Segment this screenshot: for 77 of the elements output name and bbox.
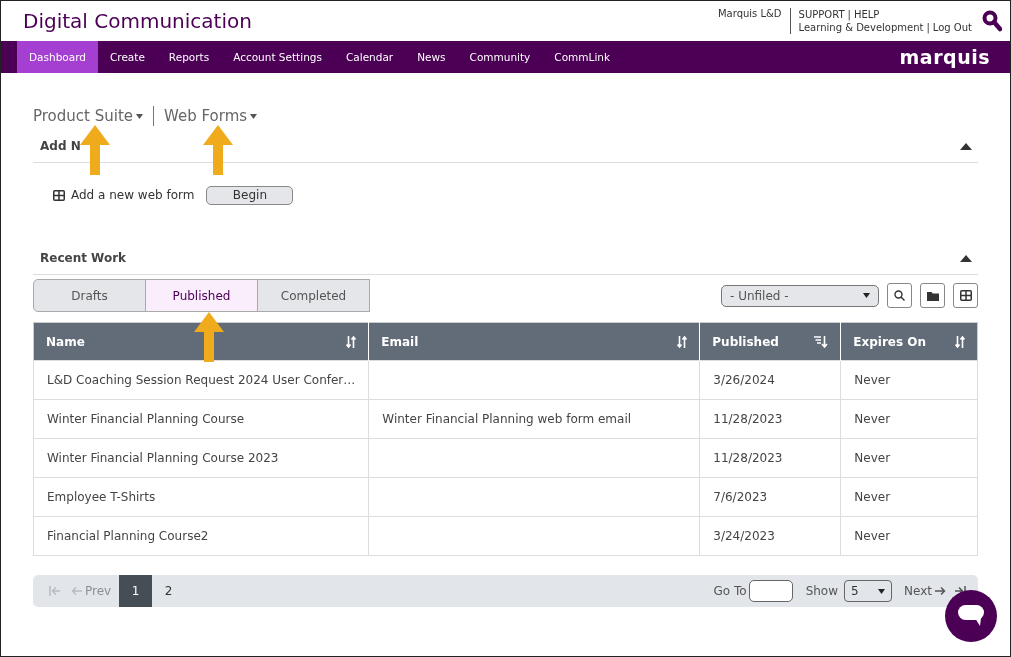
table-cell: 11/28/2023 [699,399,841,439]
link-separator: | [847,8,851,21]
column-title: Name [46,334,85,349]
table-cell: 11/28/2023 [699,438,841,478]
add-web-form-label: Add a new web form [53,188,195,202]
column-title: Email [381,334,419,349]
nav-tab[interactable]: Calendar [333,41,406,73]
caret-icon [136,113,144,119]
link-separator: | [926,21,930,34]
folder-icon [926,290,939,301]
search-button[interactable] [887,283,912,308]
chat-button[interactable] [945,590,997,642]
page-size-select[interactable]: 5 [844,580,893,602]
app-title: Digital Communication [23,9,253,33]
page-link[interactable]: 2 [152,575,186,607]
table-icon [53,189,65,201]
left-arrow-icon [71,586,82,596]
header-link[interactable]: Log Out [932,21,972,34]
table-icon [959,290,972,301]
chat-bubble-icon [958,605,984,627]
table-cell: Never [840,516,978,556]
begin-button[interactable]: Begin [206,185,294,205]
folder-select[interactable]: - Unfiled - [721,284,879,307]
header-link[interactable]: HELP [853,8,880,21]
status-tab[interactable]: Published [145,279,258,312]
column-header[interactable]: Email [368,322,700,361]
nav-tab[interactable]: Account Settings [221,41,334,73]
right-arrow-icon [935,586,946,596]
user-name: Marquis L&D [717,8,791,34]
caret-icon [878,588,886,594]
status-tab[interactable]: Completed [257,279,370,312]
table-cell: 3/26/2024 [699,360,841,400]
section-title: Add N [40,138,81,153]
table-cell: Financial Planning Course2 [33,516,369,556]
table-cell: 3/24/2023 [699,516,841,556]
table-cell: Winter Financial Planning web form email [368,399,700,439]
caret-icon [863,293,870,298]
table-cell: L&D Coaching Session Request 2024 User Confer… [33,360,369,400]
caret-icon [250,113,258,119]
table-cell: Never [840,477,978,517]
next-link[interactable]: Next [904,584,946,598]
nav-tab[interactable]: Create [97,41,157,73]
table-cell: Employee T-Shirts [33,477,369,517]
table-cell: Never [840,360,978,400]
breadcrumb-dropdown[interactable]: Web Forms [164,107,258,125]
collapse-icon[interactable] [960,253,972,262]
page-link[interactable]: 1 [119,575,153,607]
header-link[interactable]: Learning & Development [798,21,924,34]
grid-view-button[interactable] [953,283,978,308]
column-title: Published [712,334,779,349]
collapse-icon[interactable] [960,141,972,150]
nav-tab[interactable]: News [405,41,458,73]
breadcrumb-dropdown[interactable]: Product Suite [33,107,144,125]
status-tab[interactable]: Drafts [33,279,146,312]
column-header[interactable]: Name [33,322,369,361]
go-to-label: Go To [713,584,747,598]
section-title: Recent Work [40,250,127,265]
first-page-icon [49,586,61,596]
table-cell: Never [840,438,978,478]
folder-button[interactable] [920,283,945,308]
go-to-field[interactable] [748,580,793,602]
nav-tab[interactable]: CommLink [542,41,623,73]
search-icon [894,290,905,301]
column-header[interactable]: Expires On [840,322,978,361]
logo: marquis [899,46,990,68]
table-cell: Winter Financial Planning Course 2023 [33,438,369,478]
nav-tab[interactable]: Community [457,41,543,73]
column-header[interactable]: Published [699,322,841,361]
table-cell: Never [840,399,978,439]
table-cell: 7/6/2023 [699,477,841,517]
table-cell: Winter Financial Planning Course [33,399,369,439]
nav-tab[interactable]: Dashboard [17,41,98,73]
header-link[interactable]: SUPPORT [798,8,845,21]
nav-tab[interactable]: Reports [156,41,222,73]
show-label: Show [805,584,839,598]
search-icon[interactable] [982,10,1002,32]
column-title: Expires On [853,334,927,349]
